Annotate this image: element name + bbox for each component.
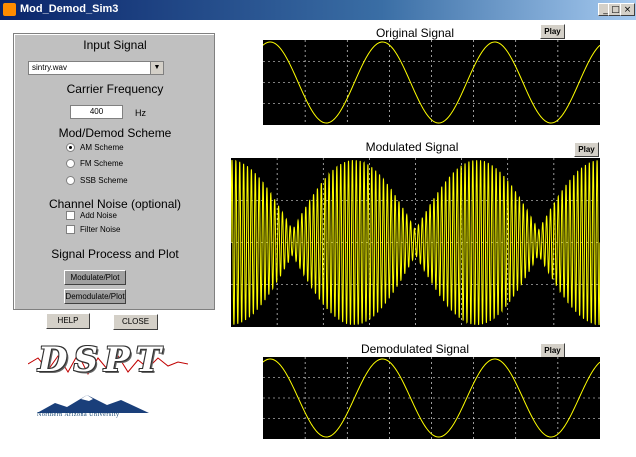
nau-mountain-logo-icon [37,395,149,413]
close-button[interactable]: CLOSE [113,314,158,330]
play-original-button[interactable]: Play [540,24,565,39]
original-signal-waveform [263,40,600,125]
original-signal-plot [263,40,600,125]
radio-label: FM Scheme [80,159,124,168]
radio-ssb-scheme[interactable]: SSB Scheme [66,176,128,186]
demodulated-signal-waveform [263,357,600,439]
demodulated-signal-plot [263,357,600,439]
play-modulated-button[interactable]: Play [574,142,599,157]
dspt-logo: DSPT [38,340,167,380]
radio-fm-scheme[interactable]: FM Scheme [66,159,123,169]
checkbox-icon[interactable] [66,225,75,235]
dropdown-arrow-icon[interactable]: ▼ [150,62,163,74]
radio-off-icon[interactable] [66,159,75,169]
radio-label: AM Scheme [80,143,124,152]
input-file-select[interactable]: sintry.wav ▼ [28,61,164,75]
radio-am-scheme[interactable]: AM Scheme [66,143,124,153]
signal-process-heading: Signal Process and Plot [51,247,179,261]
modulated-signal-title: Modulated Signal [365,140,459,154]
window-title: Mod_Demod_Sim3 [20,3,119,15]
checkbox-label: Filter Noise [80,225,121,234]
modulate-plot-button[interactable]: Modulate/Plot [64,270,126,285]
radio-on-icon[interactable] [66,143,75,153]
demodulated-signal-title: Demodulated Signal [360,342,470,356]
checkbox-filter-noise[interactable]: Filter Noise [66,225,120,235]
channel-noise-heading: Channel Noise (optional) [48,197,182,211]
title-bar: Mod_Demod_Sim3 _ □ × [0,0,636,20]
matlab-app-icon [3,3,16,16]
checkbox-label: Add Noise [80,211,117,220]
control-panel: Input Signal sintry.wav ▼ Carrier Freque… [13,33,215,310]
input-signal-heading: Input Signal [83,38,147,52]
carrier-frequency-heading: Carrier Frequency [66,82,164,96]
input-file-value: sintry.wav [32,63,67,72]
radio-off-icon[interactable] [66,176,75,186]
checkbox-icon[interactable] [66,211,75,221]
close-window-button[interactable]: × [620,3,635,16]
help-button[interactable]: HELP [46,313,90,329]
university-name: Northern Arizona University [37,412,120,418]
checkbox-add-noise[interactable]: Add Noise [66,211,117,221]
modulated-signal-plot [231,158,600,327]
carrier-frequency-input[interactable]: 400 [70,105,123,119]
scheme-heading: Mod/Demod Scheme [58,126,172,140]
modulated-signal-waveform [231,158,600,327]
demodulate-plot-button[interactable]: Demodulate/Plot [64,289,126,304]
radio-label: SSB Scheme [80,176,128,185]
play-demodulated-button[interactable]: Play [540,343,565,358]
original-signal-title: Original Signal [375,26,455,40]
carrier-unit-label: Hz [135,108,146,118]
